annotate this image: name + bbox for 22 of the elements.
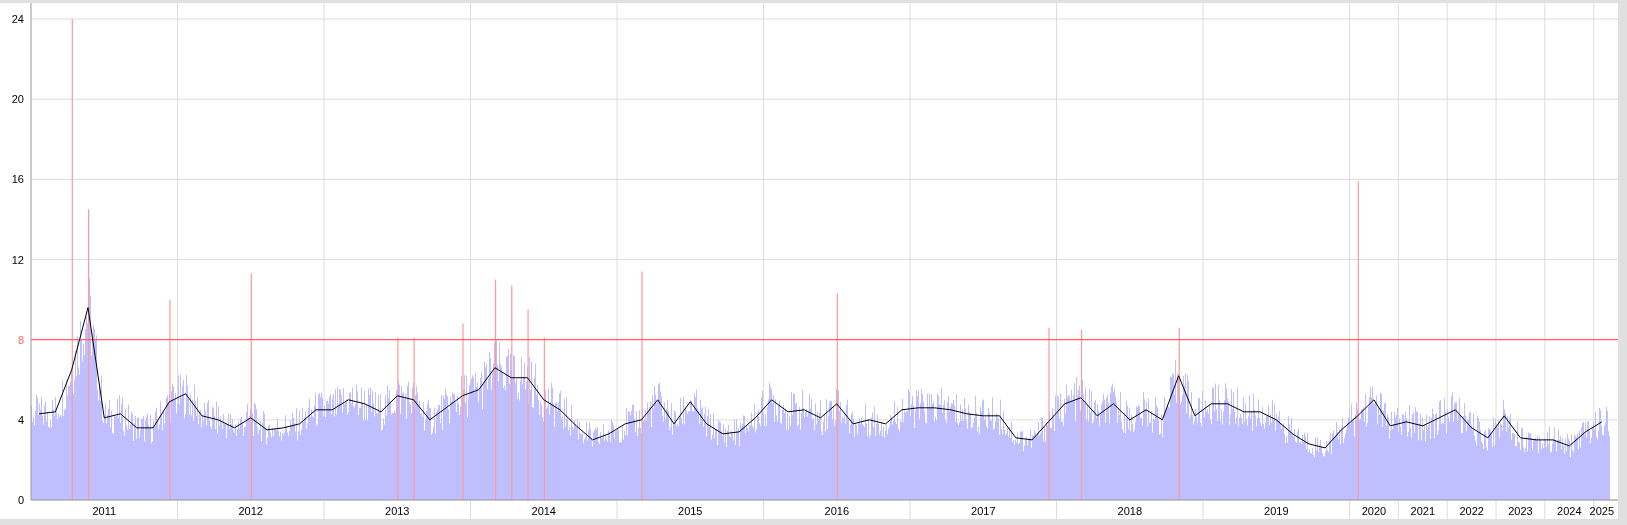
y-axis-label: 4	[17, 413, 24, 426]
x-axis-label: 2012	[238, 505, 263, 517]
x-axis-label: 2020	[1361, 505, 1387, 517]
x-axis-label: 2022	[1459, 505, 1484, 517]
x-axis-label: 2011	[92, 505, 117, 517]
y-axis-label: 8	[17, 333, 24, 346]
x-axis-label: 2018	[1117, 505, 1143, 517]
y-axis-label: 20	[11, 93, 24, 106]
x-axis-label: 2016	[824, 505, 849, 517]
y-axis-label: 24	[11, 13, 24, 25]
x-axis-label: 2015	[678, 505, 703, 517]
x-axis-label: 2023	[1508, 505, 1533, 517]
x-axis-label: 2017	[971, 505, 996, 517]
y-axis-label: 12	[11, 253, 24, 266]
x-axis-label: 2014	[531, 505, 556, 517]
x-axis-label: 2024	[1557, 505, 1582, 517]
x-axis-label: 2019	[1264, 505, 1289, 517]
x-axis-label: 2021	[1410, 505, 1436, 517]
y-axis-label: 16	[11, 173, 24, 186]
y-axis-label: 0	[17, 494, 24, 506]
x-axis-label: 2025	[1589, 505, 1615, 517]
x-axis-label: 2013	[385, 505, 410, 517]
